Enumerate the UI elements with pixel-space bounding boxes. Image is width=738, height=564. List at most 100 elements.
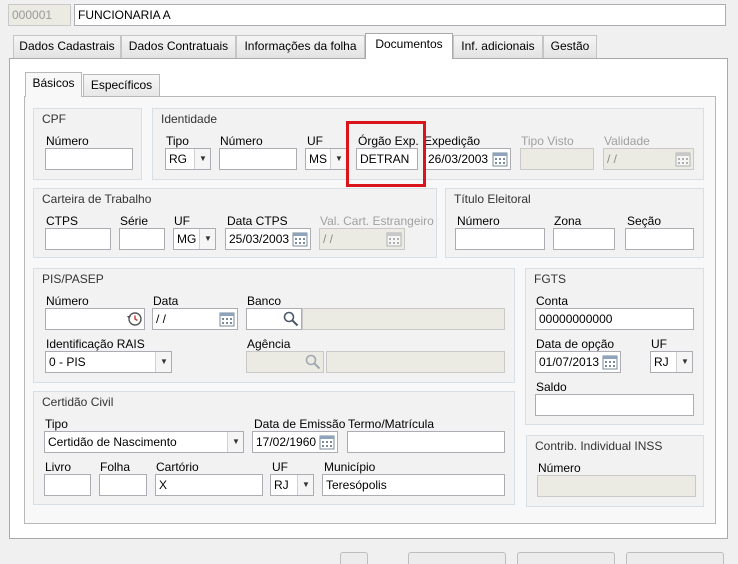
tipo-visto-label: Tipo Visto xyxy=(521,134,574,148)
data-opcao-field[interactable]: 01/07/2013 xyxy=(535,351,621,373)
fgts-uf-label: UF xyxy=(651,337,667,351)
employee-code-field[interactable]: 000001 xyxy=(8,4,71,26)
pis-numero-field[interactable] xyxy=(45,308,145,330)
pis-data-field[interactable]: / / xyxy=(152,308,238,330)
folha-label: Folha xyxy=(100,460,131,474)
tab-inf-adicionais[interactable]: Inf. adicionais xyxy=(453,35,543,58)
conta-label: Conta xyxy=(536,294,569,308)
bottom-button-1[interactable] xyxy=(340,552,368,564)
rg-numero-field[interactable] xyxy=(219,148,297,170)
cpf-numero-field[interactable] xyxy=(45,148,133,170)
ctps-uf-label: UF xyxy=(174,214,190,228)
ctps-field[interactable] xyxy=(45,228,111,250)
banco-field[interactable] xyxy=(246,308,302,330)
secao-field[interactable] xyxy=(625,228,694,250)
certidao-tipo-value: Certidão de Nascimento xyxy=(48,435,177,449)
titulo-numero-label: Número xyxy=(457,214,500,228)
rais-label: Identificação RAIS xyxy=(46,337,145,351)
serie-label: Série xyxy=(120,214,149,228)
certidao-title: Certidão Civil xyxy=(42,395,114,409)
emissao-value: 17/02/1960 xyxy=(256,435,317,449)
rg-uf-label: UF xyxy=(307,134,323,148)
data-ctps-field[interactable]: 25/03/2003 xyxy=(225,228,311,250)
val-cart-label: Val. Cart. Estrangeiro xyxy=(320,214,434,228)
rais-select[interactable]: 0 - PIS ▼ xyxy=(45,351,172,373)
chevron-down-icon[interactable]: ▼ xyxy=(155,352,171,372)
employee-name-field[interactable]: FUNCIONARIA A xyxy=(74,4,726,26)
chevron-down-icon[interactable]: ▼ xyxy=(227,432,243,452)
calendar-icon[interactable] xyxy=(318,433,336,451)
bottom-button-2[interactable] xyxy=(408,552,506,564)
expedicao-value: 26/03/2003 xyxy=(428,152,489,166)
rais-value: 0 - PIS xyxy=(49,355,86,369)
tab-dados-cadastrais[interactable]: Dados Cadastrais xyxy=(13,35,121,58)
chevron-down-icon[interactable]: ▼ xyxy=(199,229,215,249)
search-icon[interactable] xyxy=(304,353,322,371)
calendar-icon[interactable] xyxy=(218,310,236,328)
conta-field[interactable]: 00000000000 xyxy=(535,308,694,330)
folha-field[interactable] xyxy=(99,474,147,496)
emissao-label: Data de Emissão xyxy=(254,417,346,431)
cartorio-field[interactable]: X xyxy=(155,474,263,496)
certidao-uf-select[interactable]: RJ ▼ xyxy=(270,474,314,496)
ctps-uf-select[interactable]: MG ▼ xyxy=(173,228,216,250)
chevron-down-icon[interactable]: ▼ xyxy=(330,149,346,169)
calendar-icon[interactable] xyxy=(291,230,309,248)
fgts-title: FGTS xyxy=(534,272,566,286)
chevron-down-icon[interactable]: ▼ xyxy=(676,352,692,372)
bottom-button-4[interactable] xyxy=(626,552,724,564)
tab-gestao[interactable]: Gestão xyxy=(543,35,597,58)
rg-tipo-label: Tipo xyxy=(166,134,189,148)
history-icon[interactable] xyxy=(125,310,143,328)
calendar-icon[interactable] xyxy=(674,150,692,168)
certidao-tipo-select[interactable]: Certidão de Nascimento ▼ xyxy=(44,431,244,453)
saldo-field[interactable] xyxy=(535,394,694,416)
pis-data-value: / / xyxy=(156,312,167,326)
termo-label: Termo/Matrícula xyxy=(348,417,435,431)
municipio-field[interactable]: Teresópolis xyxy=(322,474,505,496)
carteira-title: Carteira de Trabalho xyxy=(42,192,152,206)
chevron-down-icon[interactable]: ▼ xyxy=(194,149,210,169)
agencia-nome-field xyxy=(326,351,505,373)
agencia-label: Agência xyxy=(247,337,291,351)
data-ctps-value: 25/03/2003 xyxy=(229,232,290,246)
val-cart-field[interactable]: / / xyxy=(319,228,405,250)
calendar-icon[interactable] xyxy=(491,150,509,168)
validade-label: Validade xyxy=(604,134,650,148)
validade-date-field[interactable]: / / xyxy=(603,148,694,170)
municipio-label: Município xyxy=(324,460,376,474)
search-icon[interactable] xyxy=(282,310,300,328)
zona-field[interactable] xyxy=(553,228,615,250)
calendar-icon[interactable] xyxy=(385,230,403,248)
rg-numero-label: Número xyxy=(220,134,263,148)
pis-numero-label: Número xyxy=(46,294,89,308)
inss-numero-field[interactable] xyxy=(537,475,696,497)
tab-dados-contratuais[interactable]: Dados Contratuais xyxy=(121,35,236,58)
data-ctps-label: Data CTPS xyxy=(227,214,288,228)
emissao-field[interactable]: 17/02/1960 xyxy=(252,431,338,453)
agencia-field[interactable] xyxy=(246,351,324,373)
certidao-tipo-label: Tipo xyxy=(45,417,68,431)
termo-field[interactable] xyxy=(347,431,505,453)
data-opcao-value: 01/07/2013 xyxy=(539,355,600,369)
subtab-especificos[interactable]: Específicos xyxy=(83,74,160,96)
cartorio-label: Cartório xyxy=(156,460,199,474)
rg-tipo-select[interactable]: RG ▼ xyxy=(165,148,211,170)
calendar-icon[interactable] xyxy=(601,353,619,371)
cpf-title: CPF xyxy=(42,112,66,126)
chevron-down-icon[interactable]: ▼ xyxy=(297,475,313,495)
livro-field[interactable] xyxy=(44,474,91,496)
pis-data-label: Data xyxy=(153,294,179,308)
saldo-label: Saldo xyxy=(536,380,567,394)
expedicao-date-field[interactable]: 26/03/2003 xyxy=(424,148,511,170)
tab-informacoes-folha[interactable]: Informações da folha xyxy=(236,35,365,58)
tab-documentos[interactable]: Documentos xyxy=(365,33,453,59)
serie-field[interactable] xyxy=(119,228,165,250)
titulo-numero-field[interactable] xyxy=(455,228,545,250)
tipo-visto-field[interactable] xyxy=(520,148,594,170)
bottom-button-3[interactable] xyxy=(517,552,615,564)
fgts-uf-select[interactable]: RJ ▼ xyxy=(650,351,693,373)
identidade-title: Identidade xyxy=(161,112,218,126)
rg-uf-select[interactable]: MS ▼ xyxy=(305,148,347,170)
subtab-basicos[interactable]: Básicos xyxy=(25,72,82,97)
